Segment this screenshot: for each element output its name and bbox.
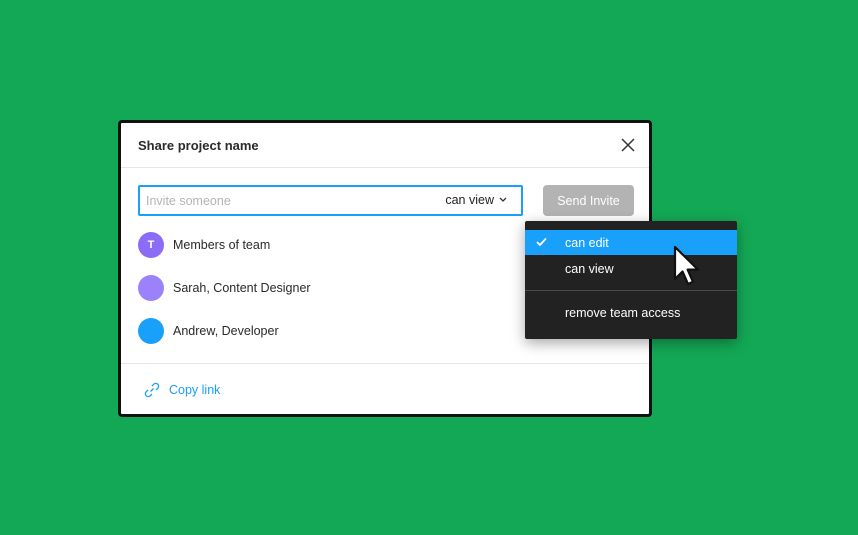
menu-item-remove-team-access[interactable]: remove team access bbox=[525, 300, 737, 325]
chevron-down-icon bbox=[499, 197, 507, 202]
menu-divider bbox=[525, 290, 737, 291]
member-row: Andrew, Developer bbox=[138, 318, 279, 344]
dialog-header: Share project name bbox=[121, 123, 649, 168]
menu-item-label: remove team access bbox=[565, 306, 681, 320]
close-icon bbox=[621, 138, 635, 152]
copy-link-button[interactable]: Copy link bbox=[143, 381, 220, 399]
member-name: Andrew, Developer bbox=[173, 324, 279, 338]
avatar bbox=[138, 275, 164, 301]
menu-item-label: can edit bbox=[565, 236, 609, 250]
menu-item-can-edit[interactable]: can edit bbox=[525, 230, 737, 255]
avatar: T bbox=[138, 232, 164, 258]
close-button[interactable] bbox=[619, 136, 637, 154]
check-icon bbox=[536, 237, 547, 247]
mouse-pointer-icon bbox=[673, 245, 700, 286]
dialog-title: Share project name bbox=[138, 138, 259, 153]
member-row: Sarah, Content Designer bbox=[138, 275, 311, 301]
send-invite-button[interactable]: Send Invite bbox=[543, 185, 634, 216]
invite-field: can view bbox=[138, 185, 523, 216]
member-name: Sarah, Content Designer bbox=[173, 281, 311, 295]
permission-select-value: can view bbox=[445, 193, 494, 207]
menu-item-can-view[interactable]: can view bbox=[525, 256, 737, 281]
permission-menu: can edit can view remove team access bbox=[525, 221, 737, 339]
copy-link-label: Copy link bbox=[169, 383, 221, 397]
avatar bbox=[138, 318, 164, 344]
footer-divider bbox=[121, 363, 649, 364]
member-name: Members of team bbox=[173, 238, 271, 252]
link-icon bbox=[144, 382, 160, 398]
member-row: T Members of team bbox=[138, 232, 270, 258]
invite-row: can view bbox=[138, 185, 524, 216]
invite-input[interactable] bbox=[146, 191, 426, 211]
menu-item-label: can view bbox=[565, 262, 614, 276]
permission-select[interactable]: can view bbox=[445, 193, 507, 207]
